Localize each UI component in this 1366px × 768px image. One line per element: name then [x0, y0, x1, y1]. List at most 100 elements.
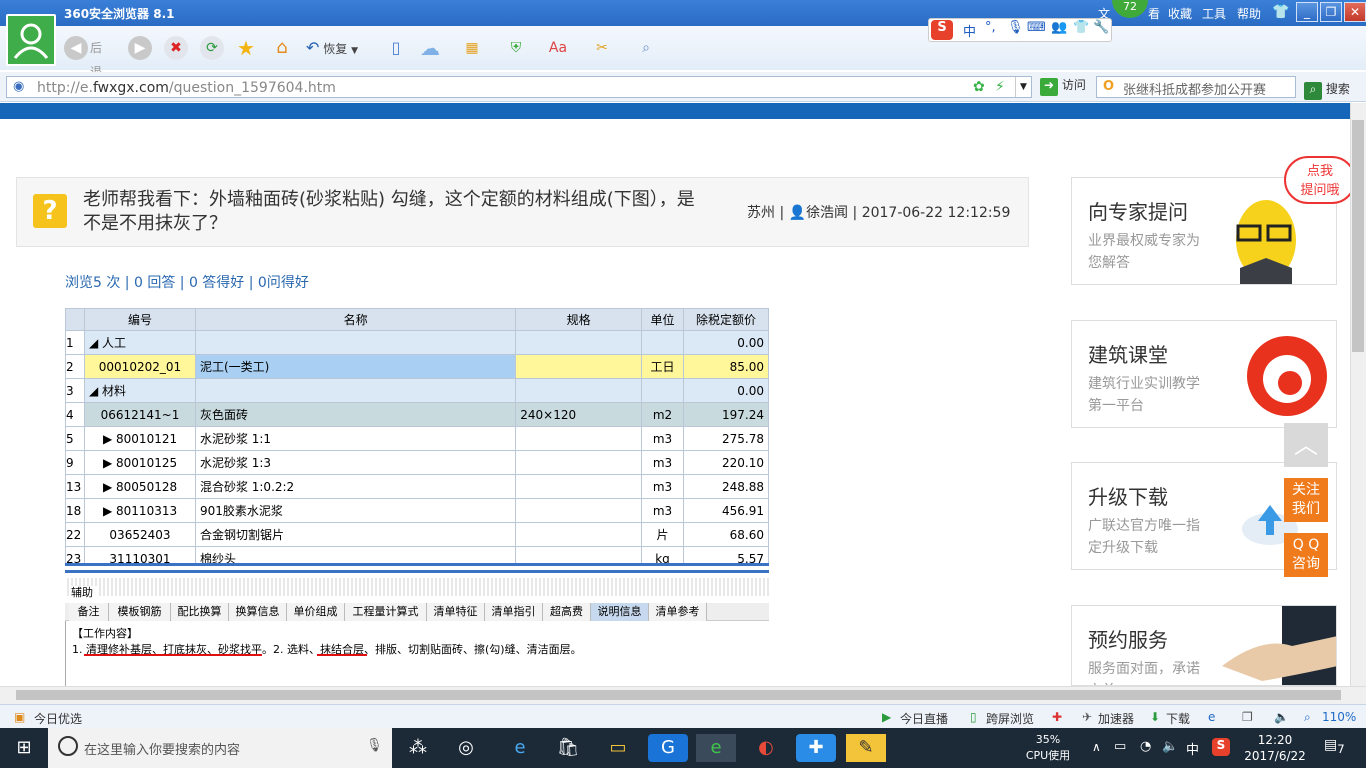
app-g-icon[interactable]: G	[648, 734, 688, 762]
ask-bubble[interactable]: 点我 提问哦	[1284, 156, 1356, 204]
shirt-icon[interactable]: 👕	[1073, 20, 1089, 35]
sidebar-classroom[interactable]: 建筑课堂 建筑行业实训教学第一平台	[1071, 320, 1337, 428]
cell-spec[interactable]	[515, 474, 643, 499]
health-icon[interactable]: ✚	[1052, 710, 1062, 724]
cell-spec[interactable]	[515, 426, 643, 451]
cell-name[interactable]: 灰色面砖	[194, 402, 517, 427]
tab-remark[interactable]: 备注	[69, 603, 109, 621]
cell-spec[interactable]	[515, 450, 643, 475]
sogou-tray-icon[interactable]: S	[1212, 738, 1230, 756]
ie-icon[interactable]: e	[1208, 710, 1215, 724]
sogou-icon[interactable]: S	[931, 20, 953, 40]
cell-unit[interactable]: m3	[641, 426, 685, 451]
cell-code[interactable]: ▶ 80050128	[83, 474, 196, 499]
menu-tools[interactable]: 工具	[1202, 5, 1226, 22]
cell-name[interactable]	[194, 378, 517, 403]
mobile-icon[interactable]: ▯	[384, 36, 408, 60]
cell-price[interactable]: 248.88	[683, 474, 769, 499]
cell-spec[interactable]	[515, 498, 643, 523]
follow-us-button[interactable]: 关注 我们	[1284, 478, 1328, 522]
url-input[interactable]: ◉ http://e.fwxgx.com/question_1597604.ht…	[6, 76, 1032, 98]
cell-unit[interactable]: 工日	[641, 354, 685, 379]
question-user[interactable]: 徐浩闻	[806, 205, 848, 221]
wifi-icon[interactable]: ◔	[1140, 739, 1151, 754]
back-to-top-button[interactable]: ︿	[1284, 423, 1328, 467]
cell-code[interactable]: ▶ 80010125	[83, 450, 196, 475]
menu-help[interactable]: 帮助	[1237, 5, 1261, 22]
cell-spec[interactable]	[515, 522, 643, 547]
tab-conversion-info[interactable]: 换算信息	[229, 603, 287, 621]
cloud-icon[interactable]: ☁	[418, 36, 442, 60]
speaker-icon[interactable]: 🔈	[1162, 739, 1178, 754]
minimize-button[interactable]: _	[1296, 2, 1318, 22]
cell-price[interactable]: 456.91	[683, 498, 769, 523]
cell-name[interactable]	[194, 330, 517, 355]
battery-icon[interactable]: ▭	[1114, 739, 1126, 754]
cell-spec[interactable]	[515, 378, 643, 403]
cell-name[interactable]: 混合砂浆 1:0.2:2	[194, 474, 517, 499]
download-link[interactable]: 下载	[1166, 710, 1190, 727]
question-city[interactable]: 苏州	[747, 205, 775, 221]
tab-quantity-formula[interactable]: 工程量计算式	[345, 603, 427, 621]
cell-code[interactable]: 00010202_01	[83, 354, 196, 379]
restore-button[interactable]: ↶ 恢复 ▼	[306, 36, 358, 60]
microphone-icon[interactable]: 🎙	[366, 738, 383, 753]
cell-unit[interactable]: m3	[641, 498, 685, 523]
translate-icon[interactable]: Aa	[546, 36, 570, 60]
task-view-icon[interactable]: ⁂	[398, 734, 438, 762]
tab-template-rebar[interactable]: 模板钢筋	[109, 603, 171, 621]
ime-mode[interactable]: 中	[963, 21, 976, 40]
microphone-icon[interactable]: 🎙	[1007, 20, 1024, 35]
lightning-icon[interactable]: ⚡	[995, 79, 1005, 95]
cell-price[interactable]: 68.60	[683, 522, 769, 547]
close-button[interactable]: ✕	[1344, 2, 1366, 22]
cross-screen-link[interactable]: 跨屏浏览	[986, 710, 1034, 727]
app-swirl-icon[interactable]: ◐	[746, 734, 786, 762]
cell-unit[interactable]: m3	[641, 474, 685, 499]
search-input[interactable]: O 张继科抵成都参加公开赛	[1096, 76, 1296, 98]
taskbar-search-input[interactable]: 在这里输入你要搜索的内容 🎙	[48, 728, 392, 768]
cell-price[interactable]: 220.10	[683, 450, 769, 475]
browser-360-active-icon[interactable]: e	[696, 734, 736, 762]
cell-price[interactable]: 197.24	[683, 402, 769, 427]
favorite-star-icon[interactable]: ★	[234, 36, 258, 60]
notes-icon[interactable]: ✎	[846, 734, 886, 762]
home-icon[interactable]: ⌂	[270, 36, 294, 60]
horizontal-scroll-thumb[interactable]	[16, 690, 1341, 700]
notification-icon[interactable]: ▤7	[1324, 737, 1345, 756]
cell-price[interactable]: 275.78	[683, 426, 769, 451]
sidebar-appointment[interactable]: 预约服务 服务面对面，承诺立兑	[1071, 605, 1337, 686]
forward-icon[interactable]: ▶	[128, 36, 152, 60]
refresh-spin-icon[interactable]: ✿	[973, 79, 985, 95]
cell-name[interactable]: 水泥砂浆 1:3	[194, 450, 517, 475]
cell-code[interactable]: 03652403	[83, 522, 196, 547]
search-button[interactable]: ⌕ 搜索	[1304, 80, 1350, 100]
windows-start-icon[interactable]: ⊞	[0, 728, 48, 768]
tab-description[interactable]: 说明信息	[591, 603, 649, 621]
tab-unit-price[interactable]: 单价组成	[287, 603, 345, 621]
qq-consult-button[interactable]: Q Q 咨询	[1284, 533, 1328, 577]
menu-view[interactable]: 看	[1148, 5, 1160, 22]
menu-favorites[interactable]: 收藏	[1168, 5, 1192, 22]
visit-button[interactable]: ➜ 访问	[1040, 76, 1086, 96]
tab-bill-reference[interactable]: 清单参考	[649, 603, 707, 621]
cell-spec[interactable]	[515, 330, 643, 355]
cell-price[interactable]: 85.00	[683, 354, 769, 379]
cell-spec[interactable]: 240×120	[515, 402, 643, 427]
tab-bill-guide[interactable]: 清单指引	[485, 603, 543, 621]
cell-code[interactable]: 06612141~1	[83, 402, 196, 427]
security-shield-icon[interactable]: ⛨	[504, 36, 528, 60]
app-plus-icon[interactable]: ✚	[796, 734, 836, 762]
people-icon[interactable]: 👥	[1051, 20, 1067, 35]
cell-name[interactable]: 水泥砂浆 1:1	[194, 426, 517, 451]
cell-name[interactable]: 合金钢切割锯片	[194, 522, 517, 547]
punctuation-icon[interactable]: °,	[985, 20, 996, 35]
cpu-usage[interactable]: 35% CPU使用	[1018, 732, 1078, 764]
skin-icon[interactable]: 👕	[1272, 4, 1289, 20]
maximize-button[interactable]: ❐	[1320, 2, 1342, 22]
cell-price[interactable]: 0.00	[683, 330, 769, 355]
cell-name[interactable]: 泥工(一类工)	[194, 354, 517, 379]
browser-360-icon[interactable]: ◎	[446, 734, 486, 762]
cell-unit[interactable]: m3	[641, 450, 685, 475]
screenshot-icon[interactable]: ✂	[590, 36, 614, 60]
